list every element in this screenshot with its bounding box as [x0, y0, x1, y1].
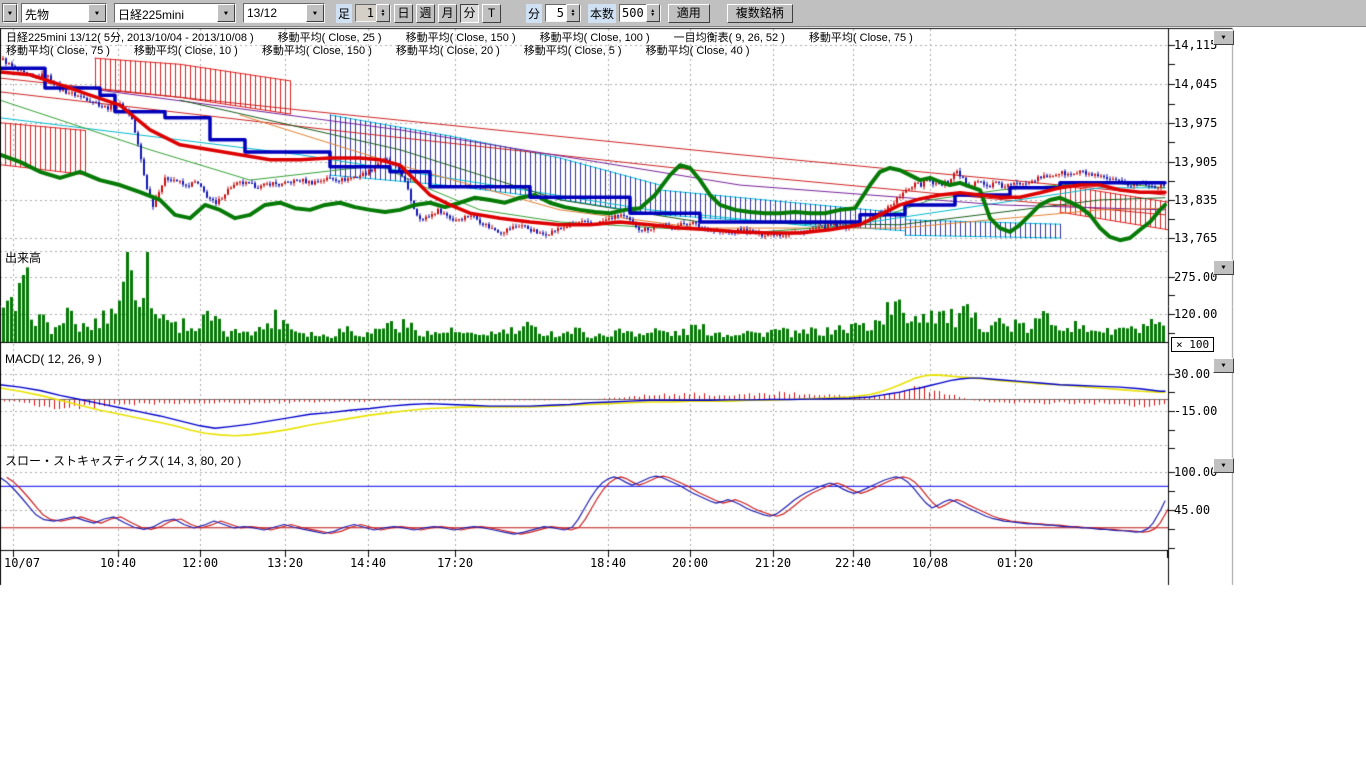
time-axis-label: 14:40	[343, 556, 393, 570]
volume-multiplier-badge: × 100	[1171, 337, 1214, 352]
category-select-value: 先物	[22, 4, 88, 22]
multi-symbol-button[interactable]: 複数銘柄	[727, 4, 793, 23]
period-day-button[interactable]: 日	[394, 4, 413, 23]
chevron-down-icon: ▼	[1220, 35, 1227, 41]
time-axis-label: 10:40	[93, 556, 143, 570]
period-minute-button[interactable]: 分	[460, 4, 479, 23]
bar-count-spinner[interactable]: 500 ▲▼	[619, 4, 661, 22]
indicator-label: 移動平均( Close, 10 )	[134, 42, 238, 58]
price-axis-label: 13,835	[1174, 193, 1228, 207]
volume-axis-label: 120.00	[1174, 307, 1228, 321]
chevron-down-icon: ▼	[1220, 363, 1227, 369]
mini-dropdown[interactable]: ▼	[2, 3, 18, 23]
period-tick-button[interactable]: T	[482, 4, 501, 23]
time-axis-label: 21:20	[748, 556, 798, 570]
bar-interval-value: 1	[356, 6, 376, 20]
stoch-pane-dropdown-button[interactable]: ▼	[1213, 458, 1234, 473]
bar-count-value: 500	[620, 6, 646, 20]
toolbar: ▼ 先物 ▼ 日経225mini ▼ 13/12 ▼ 足 1 ▲▼ 日 週 月 …	[0, 0, 1366, 27]
chevron-down-icon[interactable]: ▼	[88, 4, 106, 22]
macd-axis-label: -15.00	[1174, 404, 1228, 418]
legend-row-2: 移動平均( Close, 75 ) 移動平均( Close, 10 ) 移動平均…	[6, 42, 750, 58]
time-axis-label: 18:40	[583, 556, 633, 570]
price-axis-label: 13,765	[1174, 231, 1228, 245]
indicator-label: 移動平均( Close, 20 )	[396, 42, 500, 58]
minute-value-spinner[interactable]: 5 ▲▼	[545, 4, 581, 22]
period-month-button[interactable]: 月	[438, 4, 457, 23]
price-pane-dropdown-button[interactable]: ▼	[1213, 30, 1234, 45]
chart-plot-area[interactable]	[0, 0, 1366, 768]
chart-application-window: ▼ 先物 ▼ 日経225mini ▼ 13/12 ▼ 足 1 ▲▼ 日 週 月 …	[0, 0, 1366, 768]
macd-pane-dropdown-button[interactable]: ▼	[1213, 358, 1234, 373]
time-axis-label: 20:00	[665, 556, 715, 570]
minute-value: 5	[546, 6, 566, 20]
time-axis-label: 10/08	[905, 556, 955, 570]
time-axis-label: 13:20	[260, 556, 310, 570]
bar-count-label: 本数	[588, 4, 616, 23]
chevron-down-icon[interactable]: ▼	[306, 4, 324, 22]
chevron-down-icon: ▼	[1220, 265, 1227, 271]
period-week-button[interactable]: 週	[416, 4, 435, 23]
stoch-axis-label: 45.00	[1174, 503, 1228, 517]
price-axis-label: 14,045	[1174, 77, 1228, 91]
spinner-arrows-icon[interactable]: ▲▼	[646, 4, 660, 22]
chevron-down-icon: ▼	[1220, 463, 1227, 469]
volume-pane-dropdown-button[interactable]: ▼	[1213, 260, 1234, 275]
time-axis-label: 12:00	[175, 556, 225, 570]
symbol-select-value: 日経225mini	[115, 4, 217, 22]
chevron-down-icon[interactable]: ▼	[217, 4, 235, 22]
time-axis-label: 10/07	[4, 556, 48, 570]
spinner-arrows-icon[interactable]: ▲▼	[376, 4, 390, 22]
chevron-down-icon[interactable]: ▼	[3, 4, 17, 22]
time-axis-label: 22:40	[828, 556, 878, 570]
indicator-label: 移動平均( Close, 5 )	[524, 42, 622, 58]
time-axis-label: 17:20	[430, 556, 480, 570]
category-select[interactable]: 先物 ▼	[21, 3, 107, 23]
price-axis-label: 13,905	[1174, 155, 1228, 169]
symbol-select[interactable]: 日経225mini ▼	[114, 3, 236, 23]
time-axis-label: 01:20	[990, 556, 1040, 570]
bar-interval-spinner[interactable]: 1 ▲▼	[355, 4, 391, 22]
contract-month-select[interactable]: 13/12 ▼	[243, 3, 325, 23]
stochastics-pane-label: スロー・ストキャスティクス( 14, 3, 80, 20 )	[5, 452, 241, 469]
bar-type-label: 足	[336, 4, 352, 23]
indicator-label: 移動平均( Close, 75 )	[6, 42, 110, 58]
indicator-label: 移動平均( Close, 150 )	[262, 42, 372, 58]
price-axis-label: 13,975	[1174, 116, 1228, 130]
minute-unit-label: 分	[526, 4, 542, 23]
contract-month-value: 13/12	[244, 4, 306, 22]
spinner-arrows-icon[interactable]: ▲▼	[566, 4, 580, 22]
macd-pane-label: MACD( 12, 26, 9 )	[5, 352, 102, 366]
indicator-label: 移動平均( Close, 75 )	[809, 29, 913, 45]
apply-button[interactable]: 適用	[668, 4, 710, 23]
volume-pane-label: 出来高	[5, 249, 41, 266]
indicator-label: 移動平均( Close, 40 )	[646, 42, 750, 58]
